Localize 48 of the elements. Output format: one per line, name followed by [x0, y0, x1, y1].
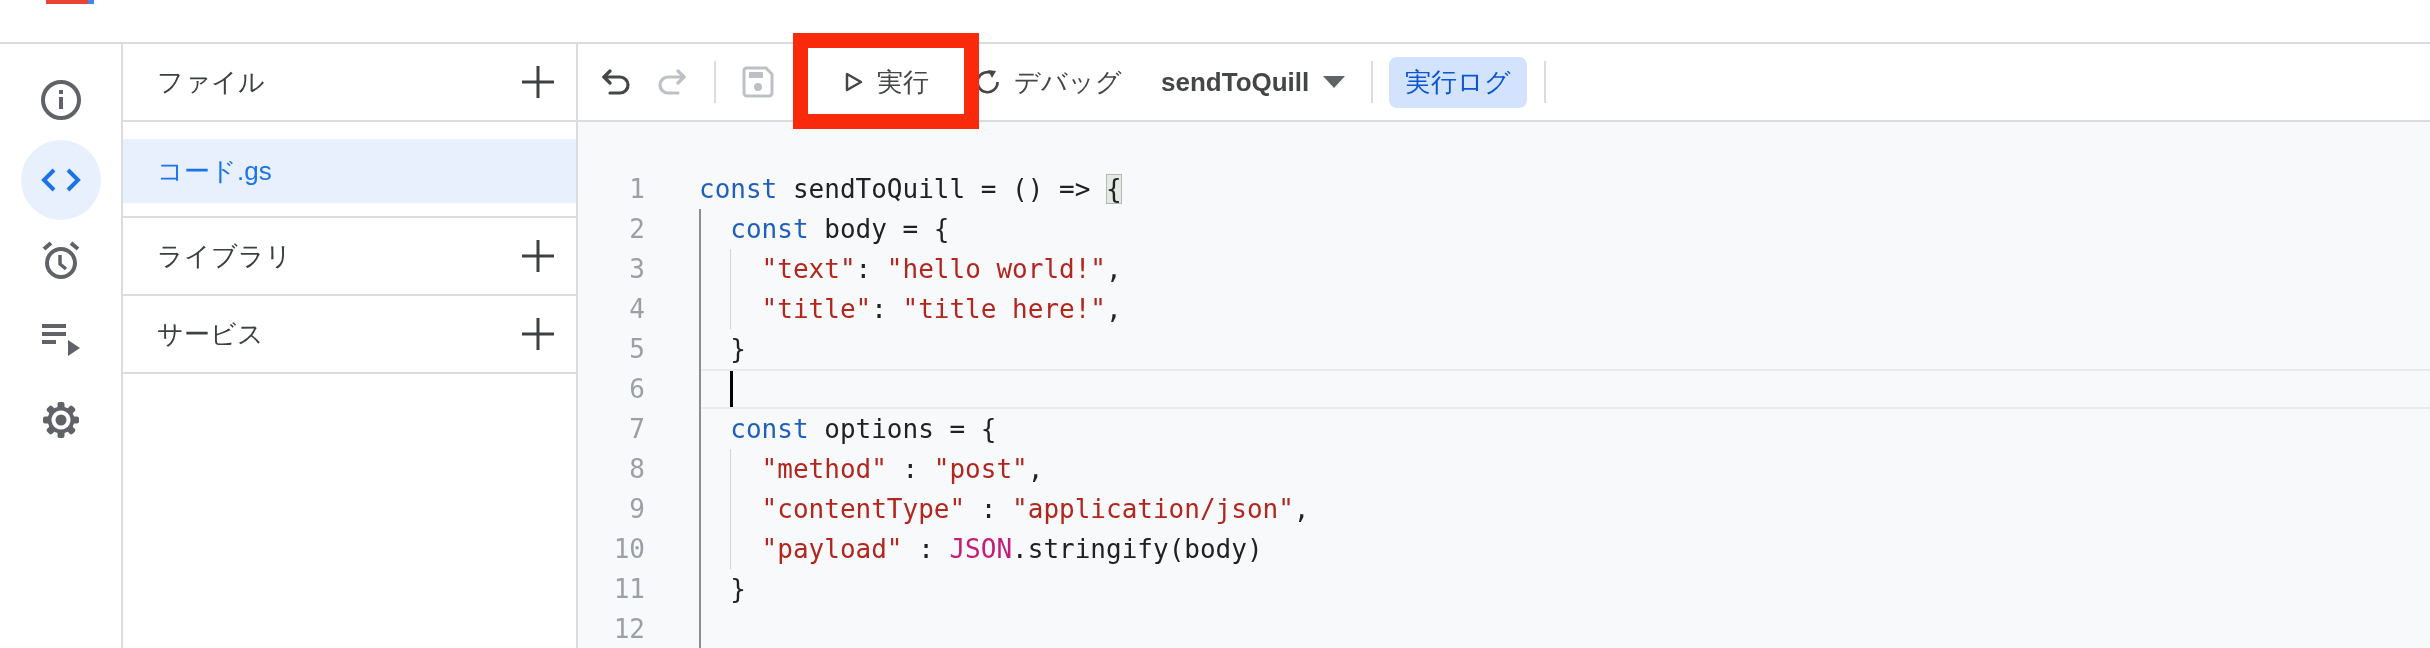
add-button[interactable] — [521, 317, 555, 351]
plus-icon — [522, 66, 554, 98]
section-title: サービス — [157, 317, 264, 351]
save-icon — [742, 66, 774, 98]
code-line: "contentType" : "application/json", — [760, 494, 1310, 524]
info-icon — [40, 80, 81, 120]
plus-icon — [522, 318, 554, 350]
code-line: } — [729, 574, 746, 604]
code-line: } — [729, 334, 746, 364]
line-number: 1 — [629, 174, 645, 204]
line-number: 12 — [613, 614, 645, 644]
debug-button[interactable]: デバッグ — [963, 58, 1128, 106]
settings-icon — [40, 400, 81, 440]
line-number: 6 — [629, 374, 645, 404]
run-button[interactable]: 実行 — [833, 58, 941, 106]
execution-log-button[interactable]: 実行ログ — [1389, 56, 1528, 108]
plus-icon — [522, 240, 554, 272]
section-title: ファイル — [157, 65, 265, 99]
alarm-clock-icon — [40, 240, 81, 280]
line-number: 11 — [613, 574, 645, 604]
file-item[interactable]: コード.gs — [123, 139, 576, 203]
code-line: const body = { — [729, 214, 950, 244]
line-number: 9 — [629, 494, 645, 524]
line-number: 10 — [613, 534, 645, 564]
caret-icon — [1323, 76, 1346, 88]
code-line: "title": "title here!", — [760, 294, 1122, 324]
code-line: "text": "hello world!", — [760, 254, 1122, 284]
code-icon — [40, 167, 81, 193]
add-button[interactable] — [521, 239, 555, 273]
line-number: 3 — [629, 254, 645, 284]
text-cursor — [730, 371, 734, 407]
section-title: ライブラリ — [157, 239, 292, 273]
logo-icon — [46, 0, 94, 4]
redo-icon — [657, 69, 687, 95]
code-line: const options = { — [729, 414, 997, 444]
line-number: 5 — [629, 334, 645, 364]
line-number: 4 — [629, 294, 645, 324]
list-play-icon — [41, 324, 80, 356]
line-number: 2 — [629, 214, 645, 244]
line-number: 7 — [629, 414, 645, 444]
add-button[interactable] — [521, 65, 555, 99]
code-line: "payload" : JSON.stringify(body) — [760, 534, 1263, 564]
undo-icon — [601, 69, 631, 95]
code-line: const sendToQuill = () => { — [699, 174, 1122, 204]
line-number: 8 — [629, 454, 645, 484]
function-dropdown[interactable]: sendToQuill — [1161, 58, 1346, 106]
code-line: "method" : "post", — [760, 454, 1044, 484]
play-icon — [845, 72, 863, 92]
